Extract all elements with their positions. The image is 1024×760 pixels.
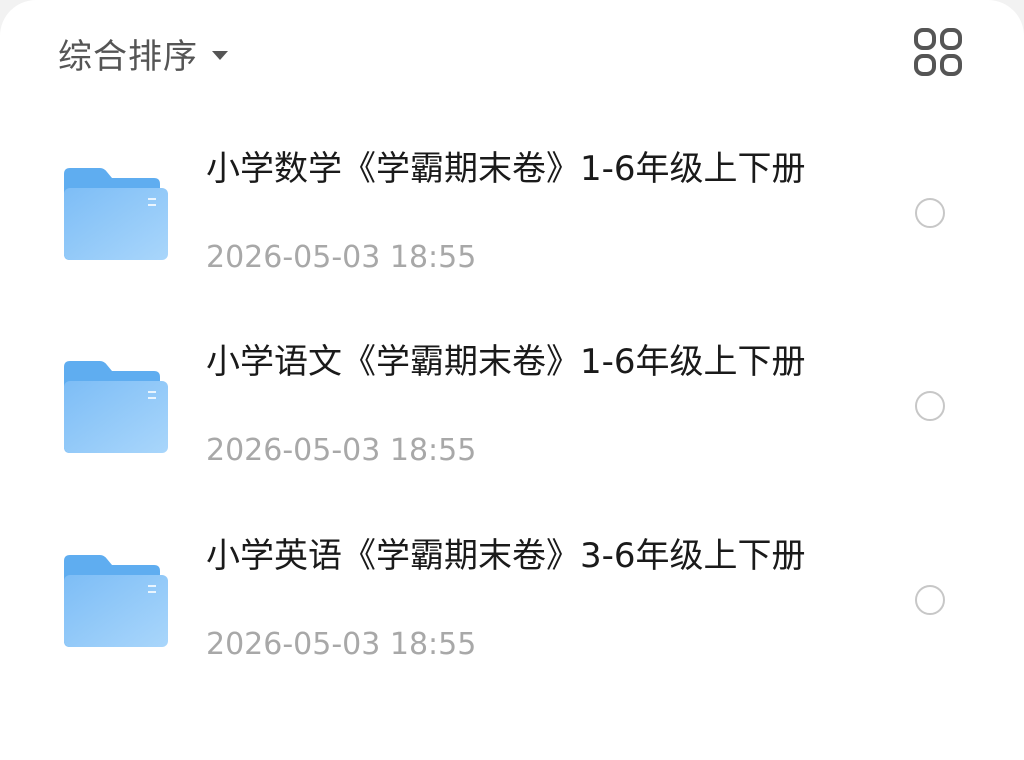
folder-icon — [60, 357, 168, 455]
grid-view-icon[interactable] — [912, 26, 964, 78]
select-radio[interactable] — [915, 198, 945, 228]
file-name: 小学语文《学霸期末卷》1-6年级上下册 — [206, 342, 806, 382]
folder-icon — [60, 164, 168, 262]
select-radio[interactable] — [915, 585, 945, 615]
list-item[interactable]: 小学数学《学霸期末卷》1-6年级上下册 2026-05-03 18:55 — [0, 130, 1024, 310]
select-radio[interactable] — [915, 391, 945, 421]
sort-dropdown[interactable]: 综合排序 — [58, 28, 228, 78]
list-item[interactable]: 小学英语《学霸期末卷》3-6年级上下册 2026-05-03 18:55 — [0, 517, 1024, 697]
file-date: 2026-05-03 18:55 — [206, 627, 477, 662]
caret-down-icon — [212, 50, 228, 60]
list-item[interactable]: 小学语文《学霸期末卷》1-6年级上下册 2026-05-03 18:55 — [0, 323, 1024, 503]
file-date: 2026-05-03 18:55 — [206, 433, 477, 468]
file-name: 小学数学《学霸期末卷》1-6年级上下册 — [206, 149, 806, 189]
sort-label: 综合排序 — [58, 36, 198, 77]
folder-icon — [60, 551, 168, 649]
file-date: 2026-05-03 18:55 — [206, 240, 477, 275]
file-browser-panel: 综合排序 小学数学《学霸期末卷》1-6年级上下册 2026-05-03 18:5… — [0, 0, 1024, 760]
file-name: 小学英语《学霸期末卷》3-6年级上下册 — [206, 536, 806, 576]
